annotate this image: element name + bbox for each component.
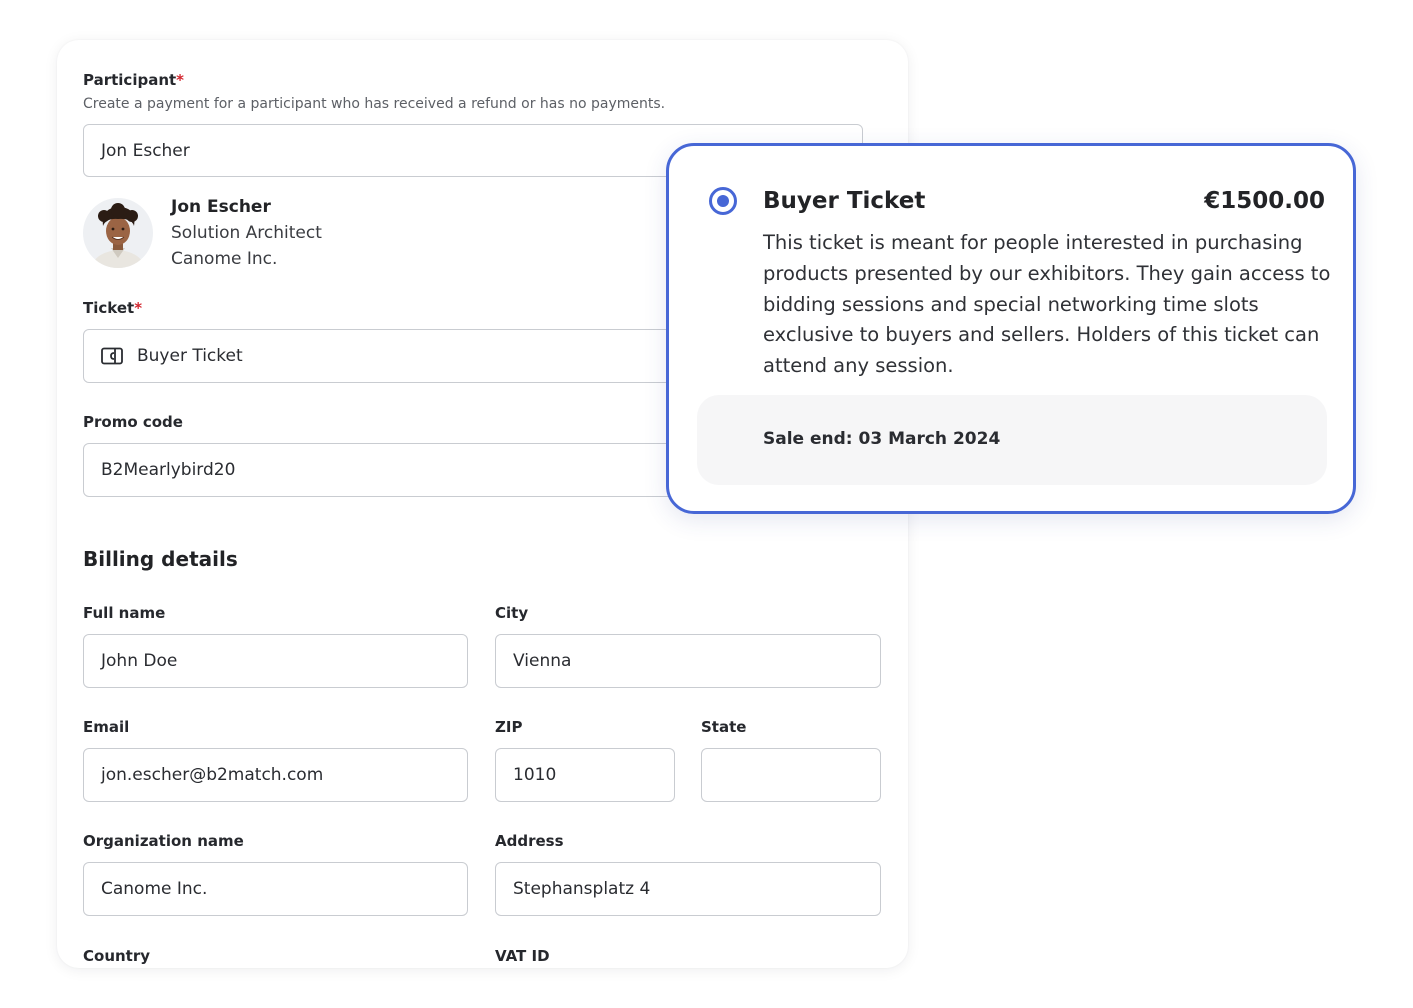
city-label: City [495,604,529,622]
ticket-icon [101,347,123,365]
vat-id-label: VAT ID [495,947,550,965]
ticket-option-card[interactable]: Buyer Ticket €1500.00 This ticket is mea… [666,143,1356,514]
required-mark: * [134,299,143,317]
participant-company: Canome Inc. [171,249,278,269]
country-label: Country [83,947,151,965]
promo-code-label: Promo code [83,413,183,431]
email-value: jon.escher@b2match.com [101,765,324,785]
participant-label: Participant* [83,70,184,90]
city-value: Vienna [513,651,572,671]
ticket-option-price: €1500.00 [1204,188,1325,214]
full-name-label: Full name [83,604,166,622]
sale-end-text: Sale end: 03 March 2024 [763,429,1001,449]
sale-end-box: Sale end: 03 March 2024 [697,395,1327,485]
state-label: State [701,718,747,736]
full-name-value: John Doe [101,651,178,671]
email-label: Email [83,718,130,736]
city-input[interactable]: Vienna [495,634,881,688]
address-input[interactable]: Stephansplatz 4 [495,862,881,916]
organization-name-input[interactable]: Canome Inc. [83,862,468,916]
address-label: Address [495,832,564,850]
zip-input[interactable]: 1010 [495,748,675,802]
billing-details-title: Billing details [83,547,238,571]
required-mark: * [176,71,185,89]
email-input[interactable]: jon.escher@b2match.com [83,748,468,802]
ticket-option-description: This ticket is meant for people interest… [763,231,1331,378]
participant-name: Jon Escher [171,197,271,217]
address-value: Stephansplatz 4 [513,879,651,899]
organization-name-label: Organization name [83,832,244,850]
full-name-input[interactable]: John Doe [83,634,468,688]
ticket-option-radio[interactable] [709,187,737,215]
ticket-option-title: Buyer Ticket [763,188,926,214]
participant-select-value: Jon Escher [101,140,190,161]
ticket-label-text: Ticket [83,299,135,317]
participant-avatar [83,198,153,268]
participant-help-text: Create a payment for a participant who h… [83,96,666,112]
ticket-label: Ticket* [83,298,142,318]
participant-role: Solution Architect [171,223,322,243]
state-input[interactable] [701,748,881,802]
participant-label-text: Participant [83,71,177,89]
zip-label: ZIP [495,718,523,736]
ticket-select-value: Buyer Ticket [137,346,243,366]
promo-code-value: B2Mearlybird20 [101,460,236,480]
organization-name-value: Canome Inc. [101,879,208,899]
zip-value: 1010 [513,765,557,785]
